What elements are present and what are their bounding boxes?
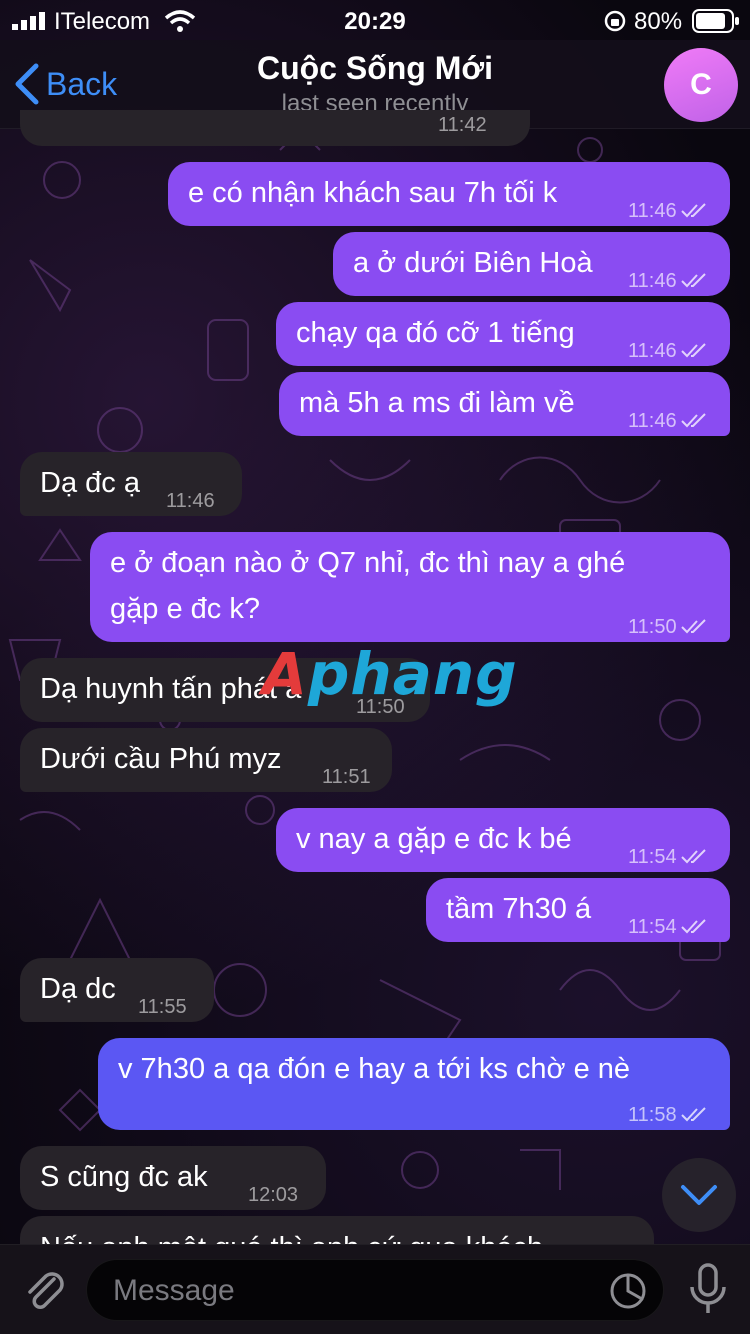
- double-check-icon: [680, 413, 706, 428]
- double-check-icon: [680, 343, 706, 358]
- rotation-lock-icon: [604, 10, 626, 32]
- message-bubble-incoming[interactable]: Dạ dc 11:55: [20, 958, 214, 1022]
- message-text: S cũng đc ak: [40, 1161, 208, 1193]
- message-time: 11:51: [322, 766, 371, 788]
- battery-icon: [692, 9, 739, 33]
- paperclip-icon[interactable]: [20, 1265, 68, 1313]
- message-input[interactable]: [111, 1272, 595, 1310]
- message-time: 11:46: [166, 490, 215, 512]
- message-time: 11:55: [138, 996, 187, 1018]
- message-text: Dưới cầu Phú myz: [40, 743, 282, 775]
- message-input-bar: [0, 1244, 750, 1334]
- message-time: 11:58: [628, 1098, 709, 1132]
- message-text: mà 5h a ms đi làm về: [299, 387, 575, 419]
- message-text: v 7h30 a qa đón e hay a tới ks chờ e nè: [118, 1053, 631, 1085]
- message-time: 11:46: [628, 194, 709, 228]
- chat-title[interactable]: Cuộc Sống Mới: [0, 50, 750, 87]
- message-text: a ở dưới Biên Hoà: [353, 247, 593, 279]
- message-time: 11:54: [628, 910, 709, 944]
- message-text: Dạ dc: [40, 973, 116, 1005]
- battery-percent: 80%: [634, 8, 683, 35]
- message-bubble-partial: 11:42: [20, 110, 530, 146]
- message-bubble-outgoing[interactable]: chạy qa đó cỡ 1 tiếng 11:46: [276, 302, 730, 366]
- message-time: 11:46: [628, 334, 709, 368]
- message-time: 11:54: [628, 840, 709, 874]
- message-bubble-incoming[interactable]: Dưới cầu Phú myz 11:51: [20, 728, 392, 792]
- message-field: [86, 1259, 664, 1321]
- message-text: v nay a gặp e đc k bé: [296, 823, 572, 855]
- message-bubble-outgoing[interactable]: e có nhận khách sau 7h tối k 11:46: [168, 162, 730, 226]
- double-check-icon: [680, 273, 706, 288]
- message-time: 11:42: [438, 114, 487, 136]
- message-text-line: e ở đoạn nào ở Q7 nhỉ, đc thì nay a ghé: [110, 547, 626, 579]
- scroll-to-bottom-button[interactable]: [662, 1158, 736, 1232]
- double-check-icon: [680, 1107, 706, 1122]
- double-check-icon: [680, 849, 706, 864]
- status-bar: ITelecom 20:29 80%: [0, 0, 750, 40]
- message-bubble-outgoing[interactable]: v 7h30 a qa đón e hay a tới ks chờ e nè …: [98, 1038, 730, 1130]
- chevron-down-icon: [681, 1185, 717, 1205]
- message-time: 11:50: [628, 610, 709, 644]
- chat-screen: ITelecom 20:29 80% Back Cuộc Sống Mới la…: [0, 0, 750, 1334]
- message-bubble-outgoing[interactable]: a ở dưới Biên Hoà 11:46: [333, 232, 730, 296]
- message-bubble-outgoing[interactable]: tầm 7h30 á 11:54: [426, 878, 730, 942]
- message-time: 11:46: [628, 404, 709, 438]
- message-bubble-outgoing[interactable]: mà 5h a ms đi làm về 11:46: [279, 372, 730, 436]
- message-text: Dạ đc ạ: [40, 467, 140, 499]
- sticker-icon[interactable]: [609, 1272, 647, 1310]
- message-time: 12:03: [248, 1184, 299, 1206]
- message-text-line: gặp e đc k?: [110, 593, 260, 625]
- avatar[interactable]: C: [664, 48, 738, 122]
- watermark-logo: Aphang: [262, 640, 518, 708]
- message-bubble-incoming[interactable]: S cũng đc ak 12:03: [20, 1146, 326, 1210]
- message-text: tầm 7h30 á: [446, 893, 592, 925]
- double-check-icon: [680, 919, 706, 934]
- double-check-icon: [680, 203, 706, 218]
- microphone-icon[interactable]: [686, 1263, 730, 1317]
- message-bubble-outgoing[interactable]: e ở đoạn nào ở Q7 nhỉ, đc thì nay a ghé …: [90, 532, 730, 642]
- message-bubble-incoming[interactable]: Dạ đc ạ 11:46: [20, 452, 242, 516]
- message-bubble-outgoing[interactable]: v nay a gặp e đc k bé 11:54: [276, 808, 730, 872]
- double-check-icon: [680, 619, 706, 634]
- message-time: 11:46: [628, 264, 709, 298]
- message-text: e có nhận khách sau 7h tối k: [188, 177, 558, 209]
- message-text: chạy qa đó cỡ 1 tiếng: [296, 317, 575, 349]
